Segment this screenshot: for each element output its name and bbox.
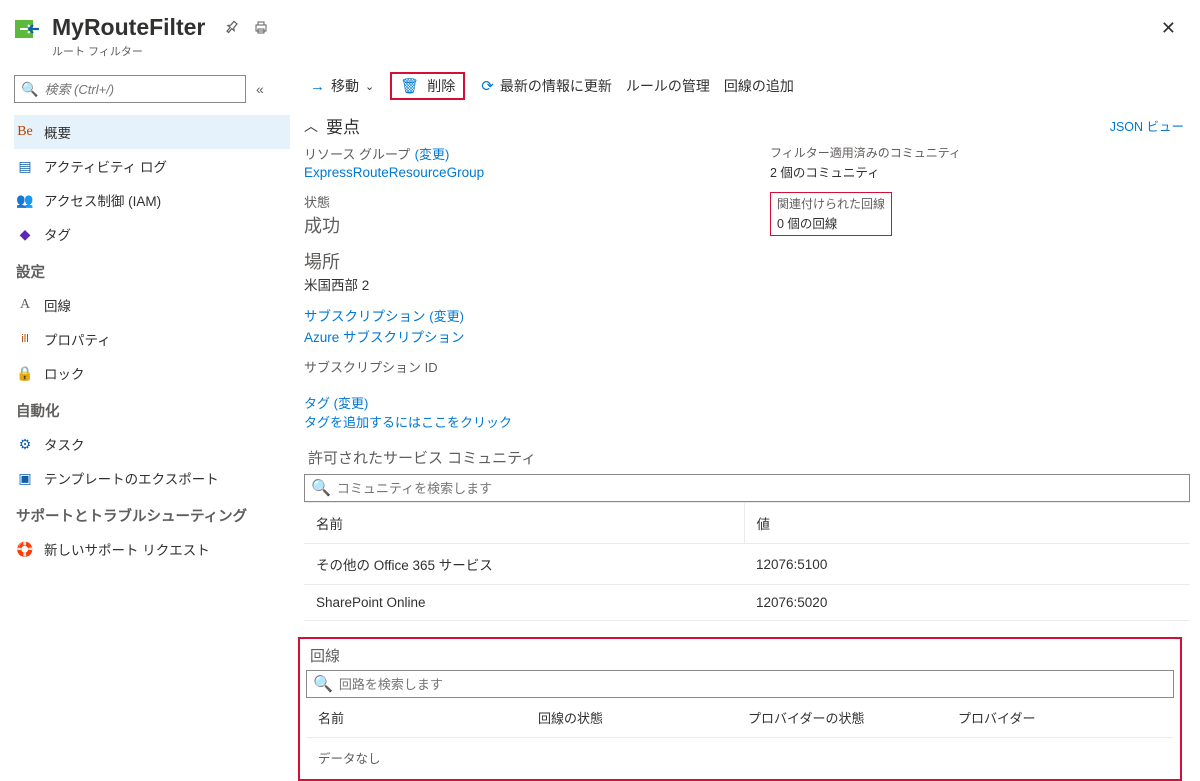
- delete-button[interactable]: 🗑 削除: [390, 72, 465, 100]
- chevron-down-icon: ⌄: [365, 80, 374, 93]
- lock-icon: 🔒: [16, 365, 34, 382]
- activity-log-icon: ▤: [16, 158, 34, 175]
- communities-search[interactable]: 🔍: [304, 474, 1190, 502]
- circuits-icon: A: [16, 297, 34, 313]
- manage-rules-button[interactable]: ルールの管理: [620, 72, 716, 100]
- search-icon: 🔍: [21, 81, 38, 98]
- nav-label: アクティビティ ログ: [44, 156, 167, 176]
- page-subtitle: ルート フィルター: [52, 43, 205, 59]
- table-row: データなし: [306, 738, 1174, 778]
- iam-icon: 👥: [16, 192, 34, 209]
- applied-communities-value: 2 個のコミュニティ: [770, 166, 880, 180]
- col-value: 値: [744, 503, 1190, 544]
- sidebar-search[interactable]: 🔍: [14, 75, 246, 103]
- nav-group-support: サポートとトラブルシューティング: [14, 495, 290, 532]
- sidebar-item-overview[interactable]: Be 概要: [14, 115, 290, 149]
- sidebar-item-tasks[interactable]: ⚙ タスク: [14, 427, 290, 461]
- nav-label: プロパティ: [44, 329, 111, 349]
- move-label: 移動: [331, 76, 359, 96]
- tags-label: タグ (変更): [304, 396, 368, 411]
- page-title: MyRouteFilter: [52, 14, 205, 41]
- nav-label: 回線: [44, 295, 71, 315]
- sidebar-item-iam[interactable]: 👥 アクセス制御 (IAM): [14, 183, 290, 217]
- collapse-sidebar-icon[interactable]: «: [256, 81, 264, 97]
- search-icon: 🔍: [311, 478, 331, 498]
- add-circuit-button[interactable]: 回線の追加: [718, 72, 800, 100]
- nav-label: テンプレートのエクスポート: [44, 468, 219, 488]
- sidebar-item-export-template[interactable]: ▣ テンプレートのエクスポート: [14, 461, 290, 495]
- move-button[interactable]: → 移動 ⌄: [304, 72, 380, 100]
- sidebar-item-tags[interactable]: ◆ タグ: [14, 217, 290, 251]
- col-name: 名前: [306, 698, 526, 738]
- circuits-search-input[interactable]: [339, 677, 1167, 692]
- refresh-icon: ⟳: [481, 77, 494, 95]
- support-icon: 🛟: [16, 541, 34, 558]
- status-label: 状態: [304, 195, 330, 210]
- search-icon: 🔍: [313, 674, 333, 694]
- col-provider-state: プロバイダーの状態: [736, 698, 946, 738]
- subscription-value[interactable]: Azure サブスクリプション: [304, 330, 465, 345]
- overview-icon: Be: [16, 124, 34, 140]
- pin-icon[interactable]: [223, 20, 239, 36]
- nav-group-settings: 設定: [14, 251, 290, 288]
- arrow-right-icon: →: [310, 78, 325, 95]
- delete-label: 削除: [427, 76, 455, 96]
- nav-label: タグ: [44, 224, 71, 244]
- communities-section-title: 許可されたサービス コミュニティ: [304, 447, 1190, 468]
- nav-label: ロック: [44, 363, 85, 383]
- json-view-link[interactable]: JSON ビュー: [1110, 116, 1184, 135]
- collapse-essentials-icon[interactable]: ︿: [304, 116, 318, 136]
- applied-communities-label: フィルター適用済みのコミュニティ: [770, 146, 961, 160]
- tags-icon: ◆: [16, 226, 34, 243]
- nav-label: タスク: [44, 434, 85, 454]
- circuits-search[interactable]: 🔍: [306, 670, 1174, 698]
- circuits-section-title: 回線: [306, 645, 1174, 666]
- sidebar-item-locks[interactable]: 🔒 ロック: [14, 356, 290, 390]
- sidebar-item-properties[interactable]: ill プロパティ: [14, 322, 290, 356]
- table-row[interactable]: その他の Office 365 サービス 12076:5100: [304, 544, 1190, 585]
- resource-group-label: リソース グループ: [304, 147, 410, 162]
- trash-icon: 🗑: [400, 77, 419, 95]
- add-circuit-label: 回線の追加: [724, 76, 794, 96]
- sidebar-item-new-support-request[interactable]: 🛟 新しいサポート リクエスト: [14, 532, 290, 566]
- print-icon[interactable]: [253, 20, 269, 36]
- table-row[interactable]: SharePoint Online 12076:5020: [304, 585, 1190, 621]
- community-name: その他の Office 365 サービス: [304, 544, 744, 585]
- manage-rules-label: ルールの管理: [626, 76, 710, 96]
- search-input[interactable]: [44, 82, 239, 97]
- resource-icon: [14, 16, 42, 44]
- associated-circuits-label: 関連付けられた回線: [777, 197, 885, 211]
- sidebar-item-activity-log[interactable]: ▤ アクティビティ ログ: [14, 149, 290, 183]
- community-value: 12076:5100: [744, 544, 1190, 585]
- community-name: SharePoint Online: [304, 585, 744, 621]
- tasks-icon: ⚙: [16, 436, 34, 453]
- col-name: 名前: [304, 503, 744, 544]
- close-icon[interactable]: ✕: [1157, 14, 1180, 43]
- subscription-label: サブスクリプション (変更): [304, 309, 464, 324]
- location-value: 米国西部 2: [304, 278, 369, 293]
- nav-label: アクセス制御 (IAM): [44, 190, 161, 210]
- nav-label: 概要: [44, 122, 71, 142]
- nav-label: 新しいサポート リクエスト: [44, 539, 210, 559]
- essentials-heading: 要点: [326, 113, 360, 138]
- subscription-id-label: サブスクリプション ID: [304, 360, 438, 375]
- properties-icon: ill: [16, 333, 34, 345]
- refresh-label: 最新の情報に更新: [500, 76, 612, 96]
- community-value: 12076:5020: [744, 585, 1190, 621]
- change-link[interactable]: (変更): [415, 147, 450, 162]
- col-provider: プロバイダー: [946, 698, 1174, 738]
- export-template-icon: ▣: [16, 470, 34, 487]
- no-data: データなし: [306, 738, 1174, 778]
- col-circuit-state: 回線の状態: [526, 698, 736, 738]
- nav-group-automation: 自動化: [14, 390, 290, 427]
- refresh-button[interactable]: ⟳ 最新の情報に更新: [475, 72, 618, 100]
- tags-add-link[interactable]: タグを追加するにはここをクリック: [304, 415, 512, 430]
- status-value: 成功: [304, 216, 340, 236]
- sidebar-item-circuits[interactable]: A 回線: [14, 288, 290, 322]
- location-label: 場所: [304, 252, 340, 272]
- associated-circuits-value: 0 個の回線: [777, 217, 837, 231]
- communities-search-input[interactable]: [337, 481, 1183, 496]
- resource-group-value[interactable]: ExpressRouteResourceGroup: [304, 165, 484, 180]
